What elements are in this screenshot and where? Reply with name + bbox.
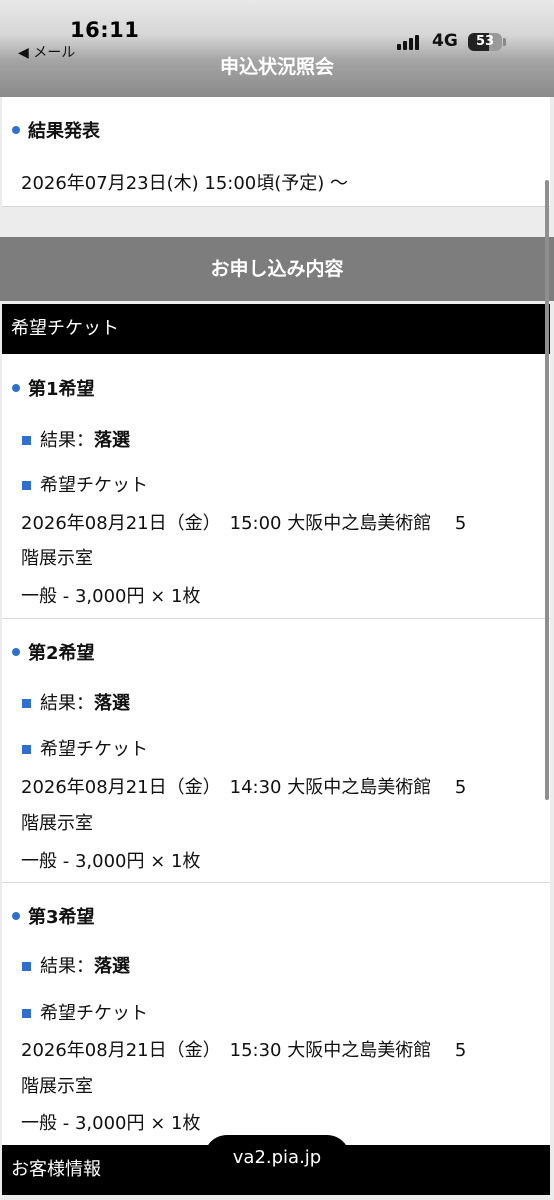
square-bullet-icon [22,480,31,490]
choice-result: 結果：落選 [22,426,130,452]
choice-ticket-label: 希望チケット [22,471,148,497]
ticket-line-1: 2026年08月21日（金） 15:00 大阪中之島美術館 5 [21,513,467,534]
choice-heading: 第3希望 [12,903,95,929]
result-value: 落選 [94,956,130,977]
choice-result: 結果：落選 [22,952,130,978]
result-value: 落選 [94,693,130,714]
ticket-price: 一般 - 3,000円 × 1枚 [21,1113,201,1134]
ticket-price: 一般 - 3,000円 × 1枚 [21,851,201,872]
choice-result: 結果：落選 [22,689,130,715]
result-announcement-date: 2026年07月23日(木) 15:00頃(予定) 〜 [21,173,349,194]
ticket-line-2: 階展示室 [21,548,93,569]
square-bullet-icon [22,1008,31,1018]
url-bar[interactable]: va2.pia.jp [204,1135,350,1181]
application-section-header: お申し込み内容 [0,237,554,301]
ticket-line-1: 2026年08月21日（金） 14:30 大阪中之島美術館 5 [21,777,467,798]
choice-heading-label: 第1希望 [28,379,95,400]
scrollbar[interactable] [545,180,549,800]
page-title: 申込状況照会 [219,56,334,78]
square-bullet-icon [22,744,31,754]
result-label: 結果： [40,693,94,714]
choice-heading-label: 第2希望 [28,643,95,664]
result-label: 結果： [40,430,94,451]
bullet-icon [12,384,20,392]
result-label: 結果： [40,956,94,977]
square-bullet-icon [22,435,31,445]
result-announcement-box: 結果発表 2026年07月23日(木) 15:00頃(予定) 〜 [2,97,550,207]
result-value: 落選 [94,430,130,451]
bullet-icon [12,648,20,656]
choice-card-2: 第2希望 結果：落選 希望チケット 2026年08月21日（金） 14:30 大… [2,619,550,883]
status-time: 16:11 [70,18,140,42]
ticket-line-2: 階展示室 [21,813,93,834]
desired-ticket-bar: 希望チケット [2,304,550,354]
battery-tip [503,38,506,46]
choice-card-3: 第3希望 結果：落選 希望チケット 2026年08月21日（金） 15:30 大… [2,883,550,1146]
network-type: 4G [432,31,458,51]
bullet-icon [12,912,20,920]
result-announcement-heading: 結果発表 [12,117,100,143]
ticket-label: 希望チケット [40,739,148,760]
ticket-price: 一般 - 3,000円 × 1枚 [21,586,201,607]
result-announcement-label: 結果発表 [28,121,100,142]
choice-card-1: 第1希望 結果：落選 希望チケット 2026年08月21日（金） 15:00 大… [2,354,550,619]
choice-heading-label: 第3希望 [28,907,95,928]
choice-heading: 第2希望 [12,639,95,665]
cellular-signal-icon [397,34,423,50]
square-bullet-icon [22,698,31,708]
ticket-label: 希望チケット [40,1003,148,1024]
bullet-icon [12,126,20,134]
ticket-label: 希望チケット [40,475,148,496]
battery-icon: 53 [468,33,502,51]
ticket-line-2: 階展示室 [21,1076,93,1097]
top-bar: 16:11 ◀ メール 4G 53 申込状況照会 [0,0,554,97]
choice-ticket-label: 希望チケット [22,999,148,1025]
choice-ticket-label: 希望チケット [22,735,148,761]
square-bullet-icon [22,961,31,971]
choice-heading: 第1希望 [12,375,95,401]
ticket-line-1: 2026年08月21日（金） 15:30 大阪中之島美術館 5 [21,1040,467,1061]
